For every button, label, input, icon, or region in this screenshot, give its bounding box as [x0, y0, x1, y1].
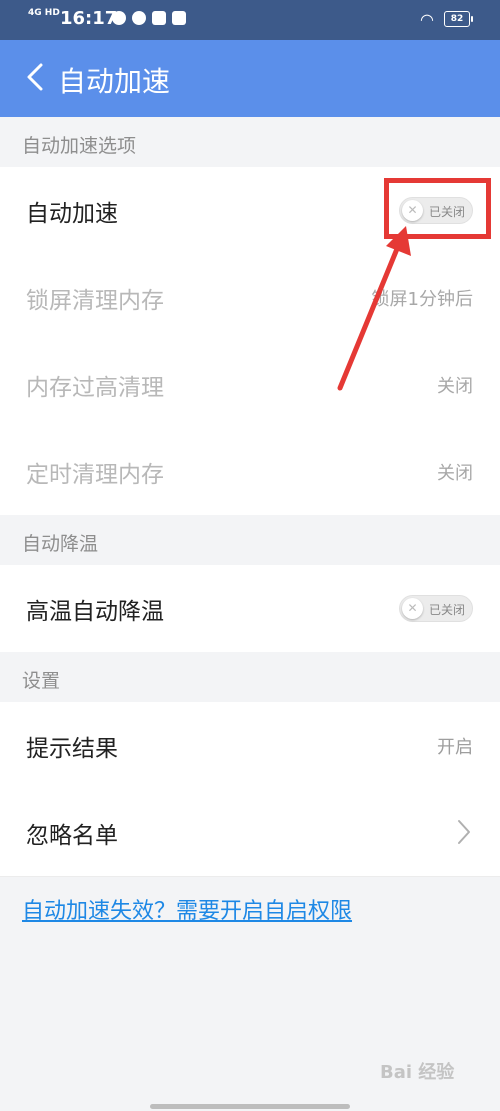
setting-label: 自动加速 — [26, 201, 118, 227]
home-indicator[interactable] — [150, 1104, 350, 1109]
app-header: 自动加速 — [0, 40, 500, 117]
setting-value: 开启 — [437, 737, 473, 758]
notification-app-icon — [112, 11, 126, 25]
setting-row-ignore-list[interactable]: 忽略名单 — [0, 789, 500, 877]
chevron-right-icon — [458, 820, 470, 844]
watermark-logo: Bai 经验 — [380, 1062, 455, 1083]
high-temp-cool-toggle[interactable]: ✕ 已关闭 — [399, 595, 473, 622]
setting-row-high-mem-clean[interactable]: 内存过高清理 关闭 — [0, 341, 500, 429]
section-header-settings: 设置 — [0, 652, 500, 703]
setting-row-hint-result[interactable]: 提示结果 开启 — [0, 702, 500, 790]
setting-label: 提示结果 — [26, 736, 118, 762]
setting-row-high-temp-cool[interactable]: 高温自动降温 ✕ 已关闭 — [0, 565, 500, 653]
toggle-close-icon: ✕ — [402, 598, 423, 619]
setting-label: 锁屏清理内存 — [26, 288, 164, 314]
setting-row-timed-clean[interactable]: 定时清理内存 关闭 — [0, 428, 500, 516]
setting-value: 关闭 — [437, 376, 473, 397]
section-header-auto-accel: 自动加速选项 — [0, 117, 500, 168]
section-header-auto-cool: 自动降温 — [0, 515, 500, 566]
annotation-highlight-box — [384, 178, 491, 239]
back-arrow-icon[interactable] — [24, 62, 46, 92]
setting-label: 高温自动降温 — [26, 599, 164, 625]
notification-app-icon — [172, 11, 186, 25]
setting-label: 定时清理内存 — [26, 462, 164, 488]
status-bar: 4G HD 16:17 ◠ 82 — [0, 0, 500, 40]
section-title: 自动降温 — [22, 533, 99, 555]
network-indicator: 4G HD — [28, 8, 60, 18]
setting-label: 忽略名单 — [26, 823, 118, 849]
battery-level: 82 — [450, 14, 464, 24]
section-title: 设置 — [22, 670, 61, 692]
page-title: 自动加速 — [58, 65, 171, 98]
notification-app-icon — [152, 11, 166, 25]
setting-label: 内存过高清理 — [26, 375, 164, 401]
setting-row-lock-clean[interactable]: 锁屏清理内存 锁屏1分钟后 — [0, 254, 500, 342]
section-title: 自动加速选项 — [22, 135, 137, 157]
setting-value: 关闭 — [437, 463, 473, 484]
battery-icon: 82 — [444, 11, 473, 27]
autostart-permission-link[interactable]: 自动加速失效？需要开启自启权限 — [22, 893, 352, 925]
status-time: 16:17 — [60, 8, 118, 29]
notification-app-icon — [132, 11, 146, 25]
toggle-text: 已关闭 — [429, 603, 466, 617]
wifi-icon: ◠ — [420, 10, 434, 29]
notification-icons — [112, 11, 186, 25]
setting-value: 锁屏1分钟后 — [371, 289, 473, 310]
